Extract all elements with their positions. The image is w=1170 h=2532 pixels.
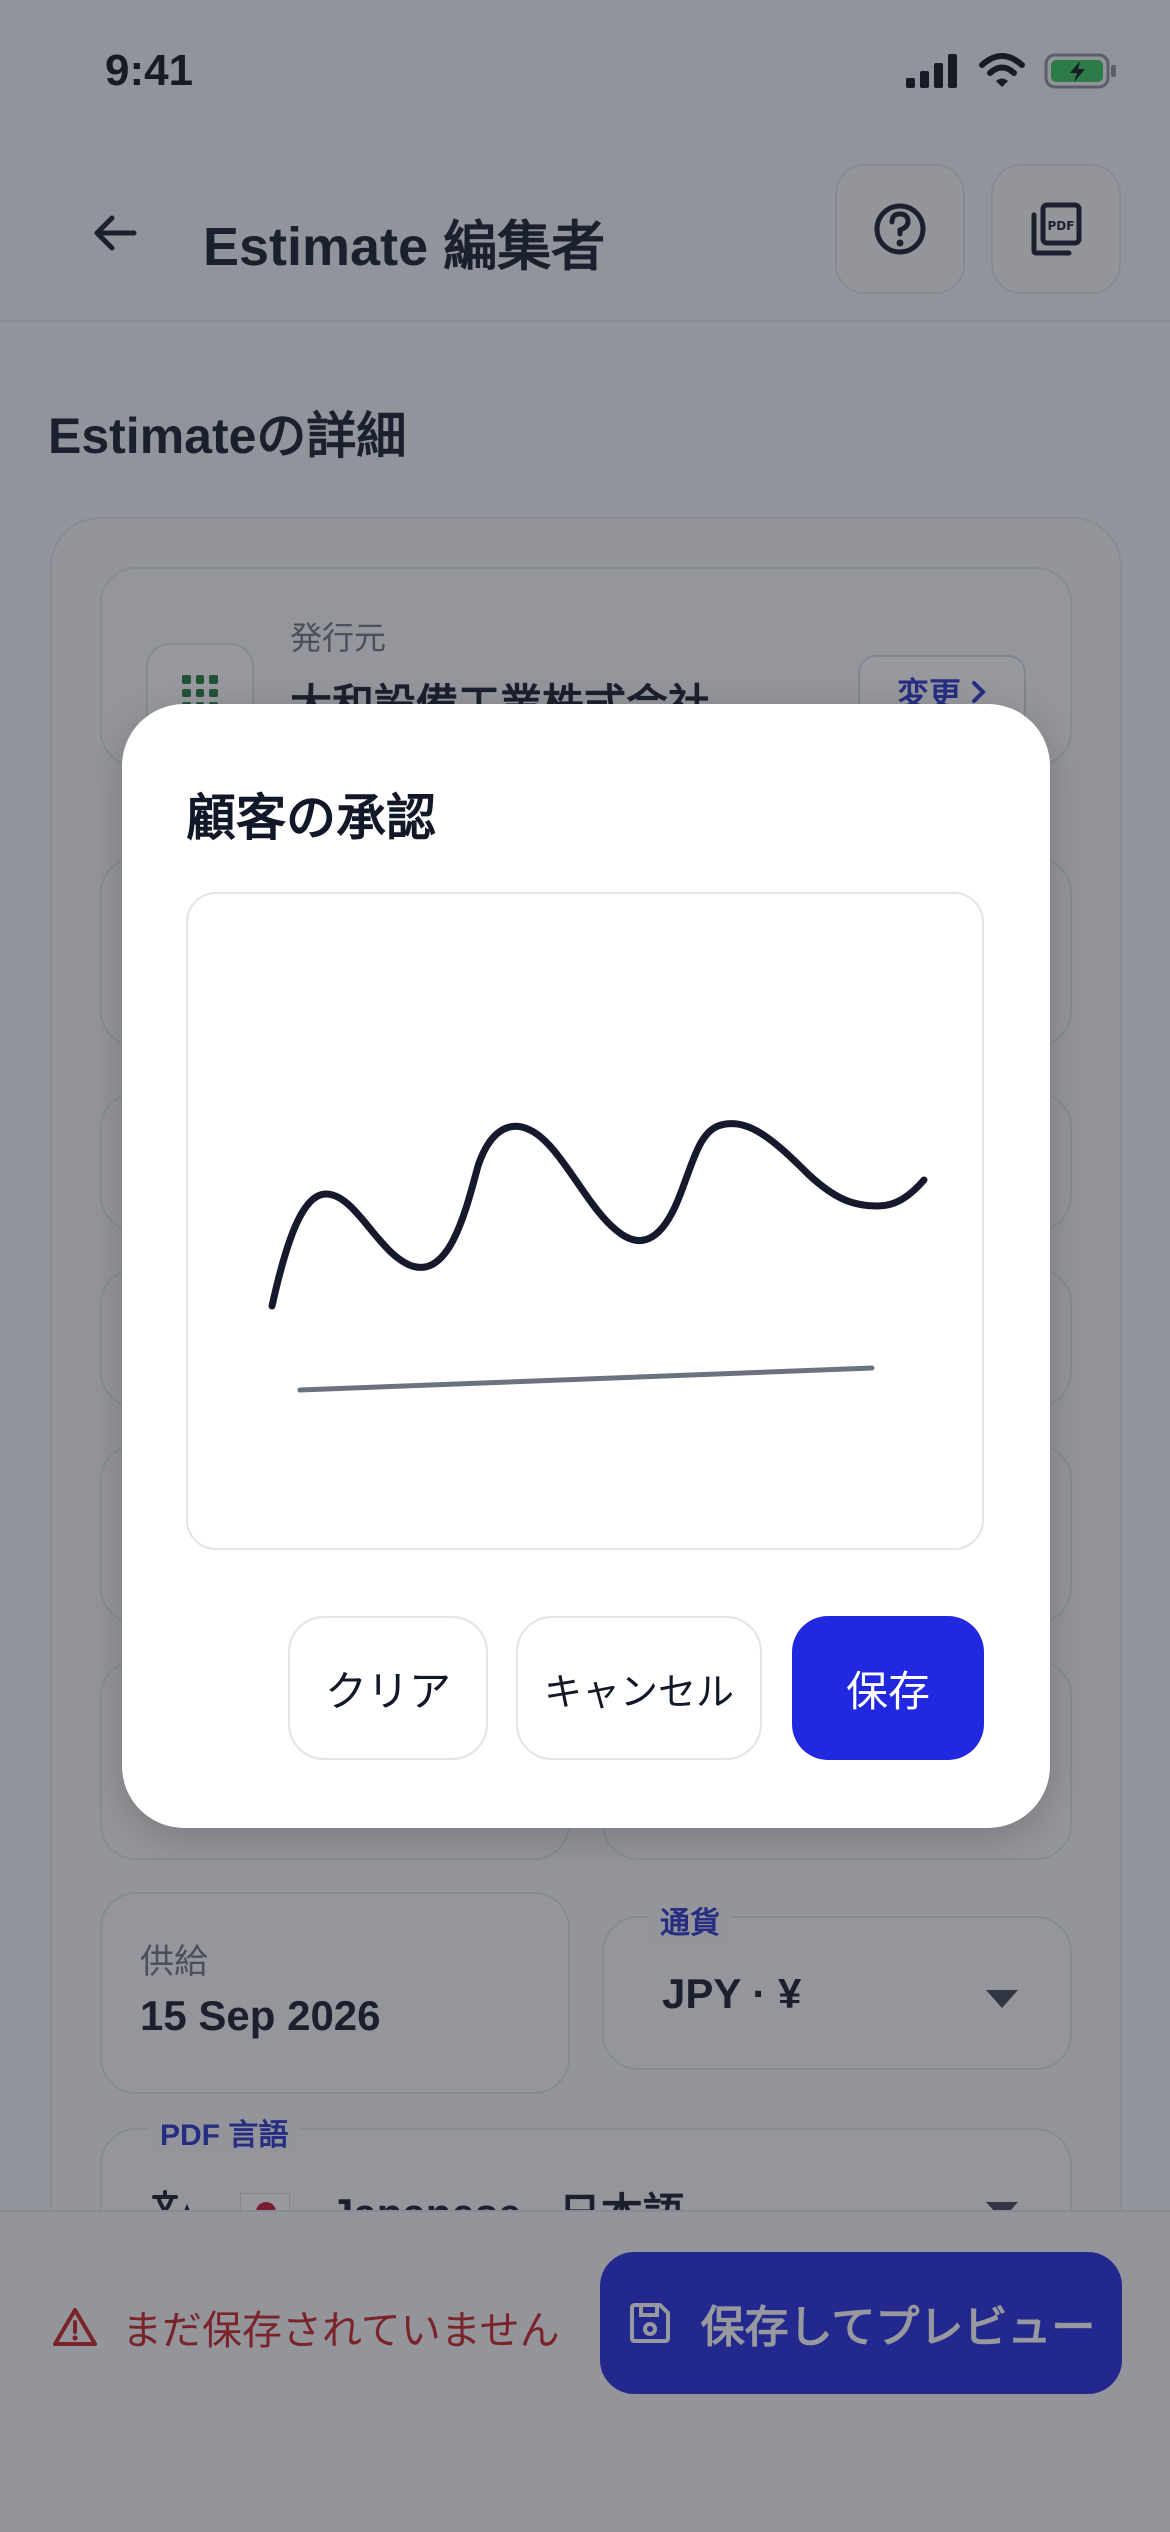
signature-drawing	[268, 1120, 928, 1393]
clear-button[interactable]: クリア	[288, 1616, 488, 1760]
signature-pad[interactable]	[186, 892, 984, 1550]
dialog-title: 顧客の承認	[186, 790, 436, 846]
dialog-actions: クリア キャンセル 保存	[122, 1616, 1050, 1762]
cancel-button[interactable]: キャンセル	[516, 1616, 762, 1760]
save-button[interactable]: 保存	[792, 1616, 984, 1760]
signature-dialog: 顧客の承認 クリア キャンセル 保存	[122, 704, 1050, 1828]
